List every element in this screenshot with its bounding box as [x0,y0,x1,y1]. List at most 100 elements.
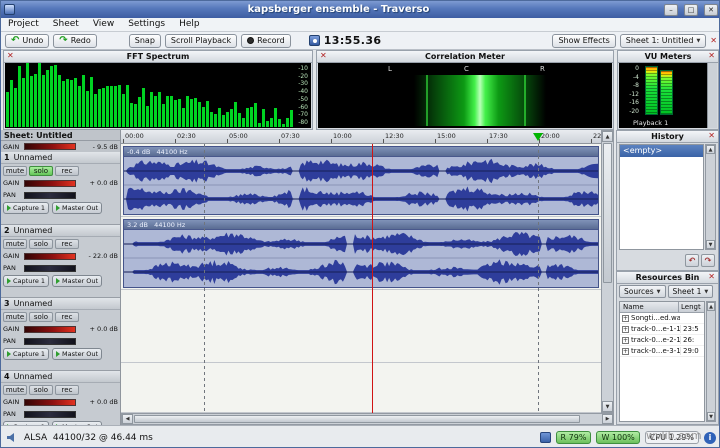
tracks-horizontal-scrollbar[interactable]: ◀ ▶ [121,413,614,425]
menu-item-view[interactable]: View [86,18,121,31]
input-bus-button[interactable]: Capture 1 [3,202,49,214]
track-title-bar[interactable]: 3 Unnamed [1,298,120,310]
scroll-up-icon[interactable]: ▲ [706,145,715,154]
track-lanes[interactable]: -0.4 dB 44100 Hz3.2 dB 44100 Hz [121,144,601,413]
pan-slider[interactable] [24,411,76,418]
rec-button[interactable]: rec [55,312,79,322]
close-button[interactable]: ✕ [704,4,718,16]
resources-close-icon[interactable]: ✕ [708,273,715,281]
snap-button[interactable]: Snap [129,34,161,48]
menu-item-sheet[interactable]: Sheet [46,18,86,31]
history-undo-button[interactable]: ↶ [685,254,699,267]
resource-row[interactable]: + track-0...e-2-118 26: [620,335,704,346]
mute-button[interactable]: mute [3,385,27,395]
correlation-close-icon[interactable]: ✕ [320,52,327,60]
scroll-right-icon[interactable]: ▶ [602,414,613,424]
solo-button[interactable]: solo [29,166,53,176]
gain-slider[interactable] [24,253,76,260]
history-panel-titlebar[interactable]: History ✕ [617,131,718,143]
scroll-left-icon[interactable]: ◀ [122,414,133,424]
sheet-selector[interactable]: Sheet 1: Untitled ▼ [620,34,707,48]
timeline-ruler[interactable]: 00:0002:3005:0007:3010:0012:3015:0017:30… [121,130,601,144]
track-lane-3[interactable] [121,290,601,363]
history-scrollbar[interactable]: ▲ ▼ [705,144,716,250]
pan-slider[interactable] [24,338,76,345]
pan-slider[interactable] [24,265,76,272]
maximize-button[interactable]: □ [684,4,698,16]
resources-scrollbar[interactable]: ▲ ▼ [706,301,716,422]
scroll-up-icon[interactable]: ▲ [707,302,715,311]
mute-button[interactable]: mute [3,239,27,249]
column-header-length[interactable]: Lengt [678,302,704,312]
track-header-panel[interactable]: 4 Unnamed mute solo rec GAIN + 0.0 dB PA… [1,371,120,425]
gain-slider[interactable] [24,180,76,187]
output-bus-button[interactable]: Master Out [52,275,102,287]
history-list[interactable]: <empty> [619,144,704,250]
track-title-bar[interactable]: 2 Unnamed [1,225,120,237]
pan-slider[interactable] [24,192,76,199]
gain-slider[interactable] [24,326,76,333]
scroll-down-icon[interactable]: ▼ [707,412,715,421]
sheet-gain-slider[interactable] [24,143,76,150]
redo-button[interactable]: ↷ Redo [53,34,96,48]
solo-button[interactable]: solo [29,312,53,322]
history-item[interactable]: <empty> [620,145,703,157]
vu-scrollbar[interactable] [707,63,717,128]
track-header-panel[interactable]: 2 Unnamed mute solo rec GAIN - 22.0 dB P… [1,225,120,298]
input-bus-button[interactable]: Capture 1 [3,275,49,287]
undo-button[interactable]: ↶ Undo [5,34,49,48]
track-lane-4[interactable] [121,363,601,413]
output-bus-button[interactable]: Master Out [52,348,102,360]
rec-button[interactable]: rec [55,166,79,176]
horizontal-scroll-thumb[interactable] [134,415,580,423]
track-header-panel[interactable]: 3 Unnamed mute solo rec GAIN + 0.0 dB PA… [1,298,120,371]
info-icon[interactable]: i [704,432,716,444]
scroll-down-icon[interactable]: ▼ [602,401,613,412]
vertical-scroll-thumb[interactable] [603,143,612,283]
window-titlebar[interactable]: kapsberger ensemble - Traverso – □ ✕ [1,1,720,18]
scroll-up-icon[interactable]: ▲ [602,131,613,142]
play-start-marker-icon[interactable] [533,133,543,141]
menu-item-settings[interactable]: Settings [121,18,172,31]
sources-dropdown[interactable]: Sources ▼ [619,285,666,298]
playhead-cursor[interactable] [372,144,373,413]
show-effects-button[interactable]: Show Effects [552,34,615,48]
audio-clip[interactable]: 3.2 dB 44100 Hz [123,219,599,288]
resource-row[interactable]: + track-0...e-1-118 23:5 [620,324,704,335]
fft-close-icon[interactable]: ✕ [7,52,14,60]
record-button[interactable]: Record [241,34,291,48]
solo-button[interactable]: solo [29,239,53,249]
track-header-panel[interactable]: 1 Unnamed mute solo rec GAIN + 0.0 dB PA… [1,152,120,225]
scroll-down-icon[interactable]: ▼ [706,240,715,249]
rec-button[interactable]: rec [55,385,79,395]
correlation-panel-titlebar[interactable]: ✕ Correlation Meter [317,51,613,63]
minimize-button[interactable]: – [664,4,678,16]
resource-row[interactable]: + track-0...e-3-118 29:0 [620,346,704,357]
expander-icon[interactable]: + [622,337,629,344]
toolbar-close-icon[interactable]: ✕ [710,37,717,45]
track-lane-1[interactable]: -0.4 dB 44100 Hz [121,144,601,217]
fft-panel-titlebar[interactable]: ✕ FFT Spectrum [4,51,312,63]
column-header-name[interactable]: Name [620,302,678,312]
track-title-bar[interactable]: 1 Unnamed [1,152,120,164]
input-bus-button[interactable]: Capture 1 [3,348,49,360]
scroll-playback-button[interactable]: Scroll Playback [165,34,237,48]
mute-button[interactable]: mute [3,312,27,322]
expander-icon[interactable]: + [622,326,629,333]
vu-panel-titlebar[interactable]: VU Meters ✕ [618,51,718,63]
track-title-bar[interactable]: 4 Unnamed [1,371,120,383]
resources-table[interactable]: Name Lengt + Songti...ed.wav + track-0..… [619,301,705,422]
solo-button[interactable]: solo [29,385,53,395]
mute-button[interactable]: mute [3,166,27,176]
rec-button[interactable]: rec [55,239,79,249]
menu-item-project[interactable]: Project [1,18,46,31]
resource-row[interactable]: + Songti...ed.wav [620,313,704,324]
resources-panel-titlebar[interactable]: Resources Bin ✕ [617,272,718,284]
menu-item-help[interactable]: Help [172,18,207,31]
sheet-dropdown[interactable]: Sheet 1 ▼ [668,285,714,298]
expander-icon[interactable]: + [622,348,629,355]
audio-clip[interactable]: -0.4 dB 44100 Hz [123,146,599,215]
output-bus-button[interactable]: Master Out [52,202,102,214]
expander-icon[interactable]: + [622,315,629,322]
history-close-icon[interactable]: ✕ [708,132,715,140]
